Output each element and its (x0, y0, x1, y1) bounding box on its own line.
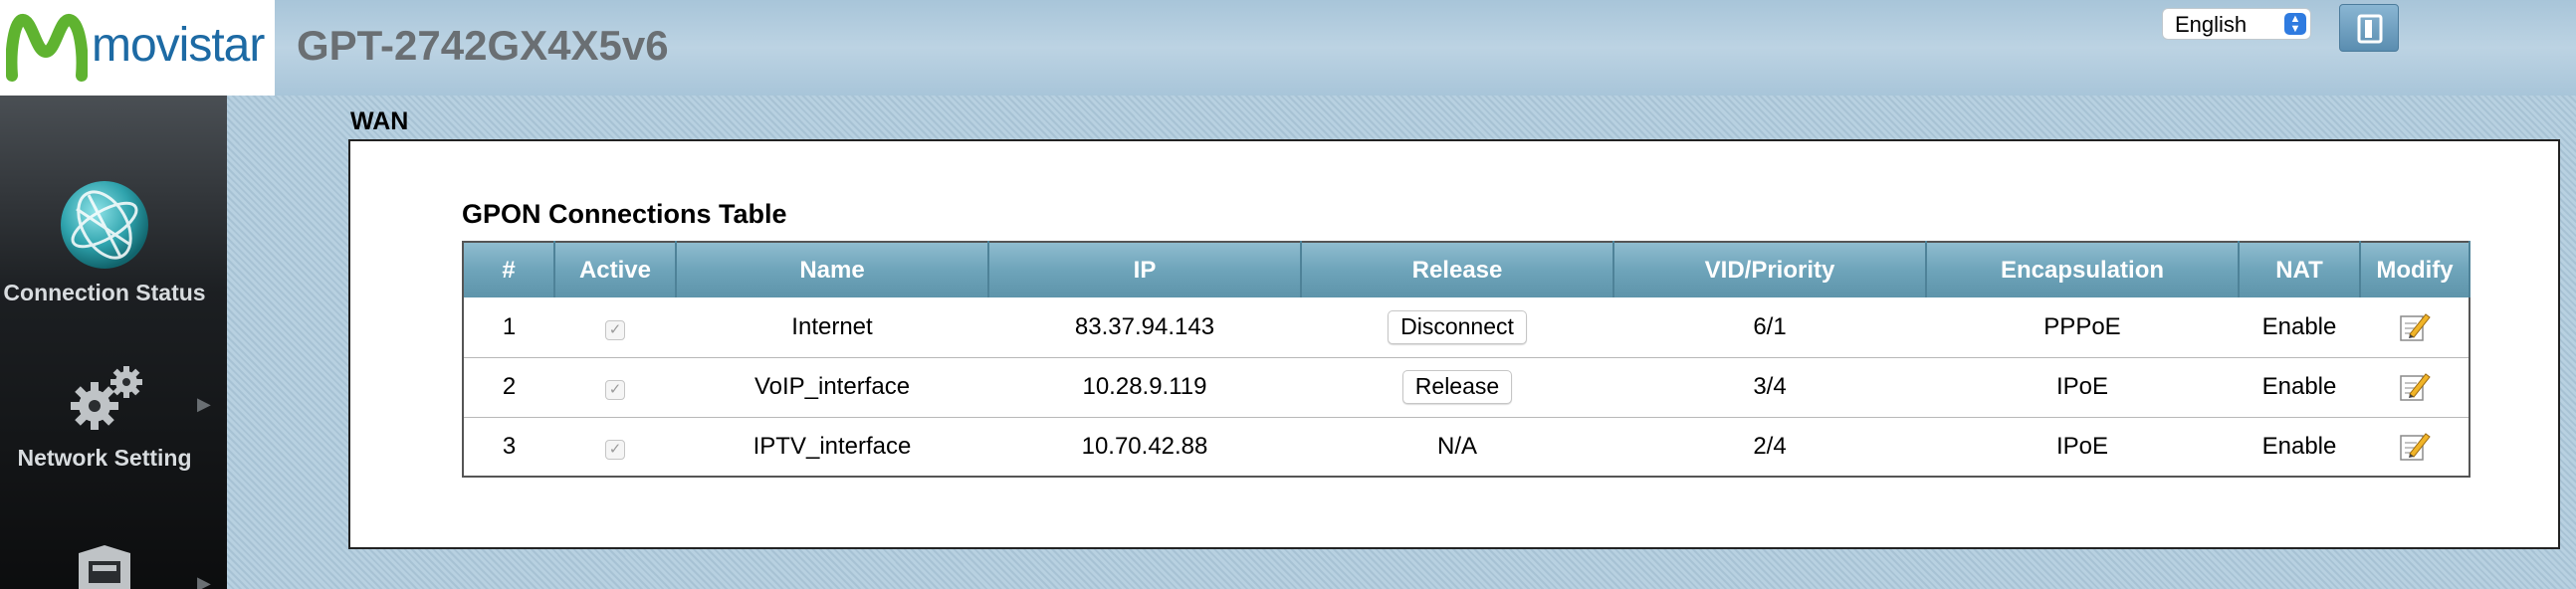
table-title: GPON Connections Table (462, 199, 787, 229)
nat-status: Enable (2239, 417, 2360, 478)
active-cell: ✓ (554, 357, 676, 418)
logout-button[interactable] (2339, 4, 2399, 52)
ip-address: 10.28.9.119 (988, 357, 1301, 418)
nat-status: Enable (2239, 297, 2360, 358)
encapsulation: IPoE (1926, 417, 2239, 478)
column-header: NAT (2238, 242, 2361, 297)
edit-icon[interactable] (2398, 370, 2432, 404)
column-header: Name (675, 242, 989, 297)
ip-address: 83.37.94.143 (988, 297, 1301, 358)
edit-icon[interactable] (2398, 310, 2432, 344)
active-checkbox[interactable]: ✓ (605, 380, 625, 400)
sidebar-item-security[interactable] (0, 543, 209, 589)
movistar-logo: movistar (0, 0, 275, 96)
vid-priority: 6/1 (1613, 297, 1926, 358)
column-header: IP (987, 242, 1302, 297)
column-header: Modify (2359, 242, 2470, 297)
gpon-connections-table: # Active Name IP Release VID/Priority En… (462, 241, 2470, 478)
top-header: movistar GPT-2742GX4X5v6 English ▲ ▼ (0, 0, 2576, 96)
column-header: # (462, 242, 555, 297)
active-checkbox[interactable]: ✓ (605, 439, 625, 460)
column-header: VID/Priority (1612, 242, 1927, 297)
language-select[interactable]: English ▲ ▼ (2162, 8, 2311, 40)
row-number: 1 (463, 297, 554, 358)
modify-cell (2360, 417, 2469, 478)
ip-address: 10.70.42.88 (988, 417, 1301, 478)
connection-name: IPTV_interface (676, 417, 988, 478)
gears-icon (71, 366, 142, 430)
table-header-row: # Active Name IP Release VID/Priority En… (462, 242, 2470, 297)
nat-status: Enable (2239, 357, 2360, 418)
sidebar-item-network-setting[interactable]: Network Setting (0, 362, 209, 471)
modify-cell (2360, 357, 2469, 418)
sidebar-item-connection-status[interactable]: Connection Status (0, 179, 209, 305)
release-status: N/A (1301, 417, 1613, 478)
page-title: WAN (350, 107, 409, 135)
updown-chevron-icon: ▲ ▼ (2284, 13, 2306, 35)
row-number: 3 (463, 417, 554, 478)
connection-name: Internet (676, 297, 988, 358)
logout-icon (2357, 14, 2383, 44)
vid-priority: 2/4 (1613, 417, 1926, 478)
sidebar: Connection Status Network Setting ▶ ▶ (0, 96, 227, 589)
release-cell: Disconnect (1301, 297, 1613, 358)
security-shield-icon (79, 545, 130, 589)
connection-name: VoIP_interface (676, 357, 988, 418)
vid-priority: 3/4 (1613, 357, 1926, 418)
column-header: Encapsulation (1925, 242, 2240, 297)
table-row: 2 ✓ VoIP_interface 10.28.9.119 Release 3… (463, 357, 2469, 418)
column-header: Release (1300, 242, 1614, 297)
table-row: 1 ✓ Internet 83.37.94.143 Disconnect 6/1… (463, 297, 2469, 358)
device-model-title: GPT-2742GX4X5v6 (297, 22, 669, 69)
release-button[interactable]: Release (1401, 370, 1513, 404)
language-select-value: English (2175, 12, 2248, 37)
active-checkbox[interactable]: ✓ (605, 319, 625, 340)
brand-name: movistar (92, 18, 265, 72)
encapsulation: IPoE (1926, 357, 2239, 418)
active-cell: ✓ (554, 297, 676, 358)
row-number: 2 (463, 357, 554, 418)
chevron-right-icon: ▶ (197, 573, 211, 589)
sidebar-item-label: Connection Status (3, 280, 206, 305)
sidebar-item-label: Network Setting (17, 445, 192, 471)
table-row: 3 ✓ IPTV_interface 10.70.42.88 N/A 2/4 I… (463, 417, 2469, 478)
release-cell: Release (1301, 357, 1613, 418)
globe-icon (61, 181, 148, 269)
column-header: Active (553, 242, 677, 297)
active-cell: ✓ (554, 417, 676, 478)
chevron-right-icon: ▶ (197, 394, 211, 414)
edit-icon[interactable] (2398, 430, 2432, 464)
modify-cell (2360, 297, 2469, 358)
disconnect-button[interactable]: Disconnect (1388, 309, 1527, 344)
encapsulation: PPPoE (1926, 297, 2239, 358)
movistar-m-icon (6, 14, 88, 82)
